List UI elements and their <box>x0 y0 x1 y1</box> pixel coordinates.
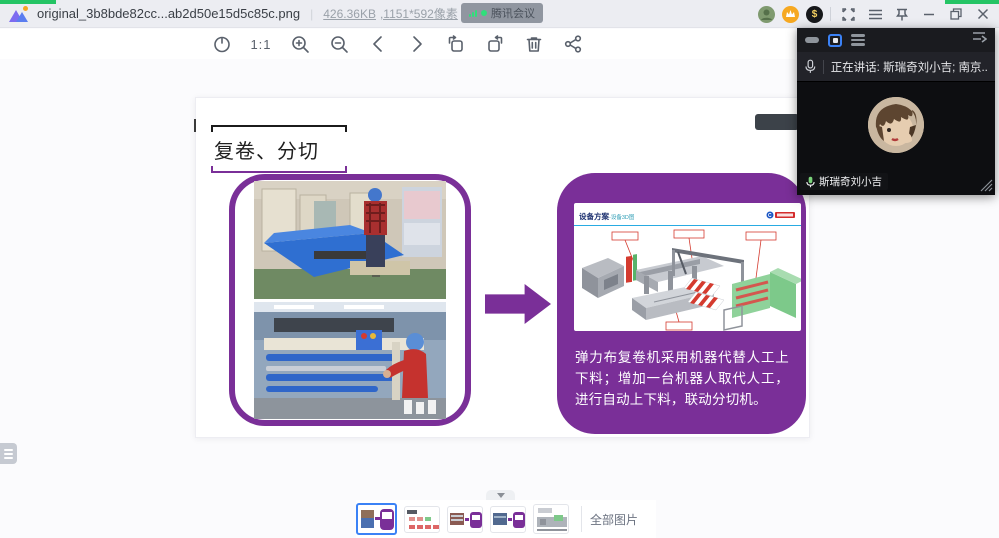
diagram-title: 设备方案 <box>579 212 609 221</box>
meeting-collapse-icon[interactable] <box>971 31 987 50</box>
title-bracket-bottom <box>211 166 347 173</box>
next-image-button[interactable] <box>404 32 430 56</box>
thumbnail-4[interactable] <box>490 506 526 533</box>
meeting-status-pill[interactable]: 腾讯会议 <box>461 3 543 23</box>
meta-divider: | <box>310 7 313 21</box>
machinery-3d-diagram <box>574 226 801 331</box>
thumbnail-strip: 全部图片 <box>356 500 656 538</box>
fullscreen-button[interactable] <box>838 4 858 24</box>
microphone-icon <box>805 59 816 74</box>
resize-handle[interactable] <box>977 176 993 192</box>
sidebar-toggle[interactable] <box>0 443 17 464</box>
zoom-out-button[interactable] <box>326 32 352 56</box>
solution-description: 弹力布复卷机采用机器代替人工上下料；增加一台机器人取代人工，进行自动上下料，联动… <box>575 348 789 411</box>
previous-image-button[interactable] <box>365 32 391 56</box>
user-avatar[interactable] <box>758 6 775 23</box>
minimize-button[interactable] <box>919 4 939 24</box>
speaking-label: 正在讲话: 斯瑞奇刘小吉; 南京... <box>831 59 987 75</box>
thumbnail-1-selected[interactable] <box>356 503 397 535</box>
vendor-logo-icon: C <box>766 211 796 219</box>
rotate-left-button[interactable] <box>443 32 469 56</box>
file-meta: | 426.36KB ,1151*592像素 , 1/5 <box>310 5 485 22</box>
close-button[interactable] <box>973 4 993 24</box>
speakbar-divider <box>823 60 824 74</box>
thumbbar-divider <box>581 506 582 532</box>
recording-dot-icon <box>481 10 487 16</box>
slide-title-block: 复卷、分切 <box>211 125 347 173</box>
diagram-subtitle: -设备3D图 <box>609 215 634 221</box>
dimensions-link[interactable]: ,1151*592像素 <box>380 5 458 22</box>
pin-button[interactable] <box>892 4 912 24</box>
delete-button[interactable] <box>521 32 547 56</box>
tab-accent-left <box>0 0 56 4</box>
meeting-header <box>797 28 995 52</box>
mouse-hint-icon[interactable] <box>209 32 235 56</box>
title-bracket-top <box>211 125 347 132</box>
filesize-link[interactable]: 426.36KB <box>323 7 376 21</box>
meeting-pill-label: 腾讯会议 <box>491 5 535 21</box>
titlebar: original_3b8bde82cc...ab2d50e15d5c85c.pn… <box>0 0 999 28</box>
chevron-down-icon <box>497 493 505 498</box>
app-window: original_3b8bde82cc...ab2d50e15d5c85c.pn… <box>0 0 999 538</box>
microphone-icon <box>806 176 815 188</box>
overlay-pill <box>755 114 799 130</box>
thumbnail-5[interactable] <box>533 504 569 534</box>
factory-photo-top <box>254 181 446 299</box>
viewer-toolbar: 1:1 <box>0 29 795 59</box>
participant-avatar <box>868 97 924 153</box>
flow-arrow <box>485 284 551 324</box>
coin-icon[interactable]: $ <box>806 6 823 23</box>
share-button[interactable] <box>560 32 586 56</box>
vip-crown-icon[interactable] <box>782 6 799 23</box>
participant-nametag: 斯瑞奇刘小吉 <box>800 173 888 190</box>
slide-edge-mark <box>194 119 196 132</box>
slide-image[interactable]: 复卷、分切 <box>195 97 810 438</box>
meeting-minimized-view-icon[interactable] <box>805 37 819 43</box>
filename-label: original_3b8bde82cc...ab2d50e15d5c85c.pn… <box>37 6 300 21</box>
thumbnail-3[interactable] <box>447 506 483 533</box>
svg-text:C: C <box>768 213 772 219</box>
signal-icon <box>469 10 477 17</box>
meeting-video-area[interactable]: 斯瑞奇刘小吉 <box>797 82 995 194</box>
actual-size-button[interactable]: 1:1 <box>248 32 274 56</box>
solution-box: 设备方案-设备3D图 C <box>557 173 806 434</box>
meeting-window[interactable]: 正在讲话: 斯瑞奇刘小吉; 南京... 斯瑞奇刘小吉 <box>797 28 995 195</box>
thumbnail-2[interactable] <box>404 506 440 533</box>
photo-frame <box>229 174 471 426</box>
all-images-link[interactable]: 全部图片 <box>590 511 638 528</box>
rotate-right-button[interactable] <box>482 32 508 56</box>
thumbnail-collapse-tab[interactable] <box>486 490 515 500</box>
controls-divider <box>830 7 831 21</box>
meeting-video-view-icon[interactable] <box>828 34 842 47</box>
restore-button[interactable] <box>946 4 966 24</box>
titlebar-controls: $ <box>758 0 993 28</box>
meeting-list-view-icon[interactable] <box>851 34 865 46</box>
zoom-in-button[interactable] <box>287 32 313 56</box>
menu-button[interactable] <box>865 4 885 24</box>
equipment-diagram: 设备方案-设备3D图 C <box>574 203 801 331</box>
slide-title: 复卷、分切 <box>211 132 347 166</box>
meeting-speaking-bar: 正在讲话: 斯瑞奇刘小吉; 南京... <box>797 52 995 82</box>
participant-name: 斯瑞奇刘小吉 <box>819 174 882 189</box>
app-logo-icon <box>9 6 29 22</box>
factory-photo-bottom <box>254 302 446 419</box>
